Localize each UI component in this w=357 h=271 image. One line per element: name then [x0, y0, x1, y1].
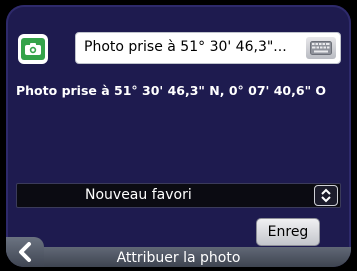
- category-select[interactable]: Nouveau favori: [16, 183, 341, 208]
- photo-thumbnail-button[interactable]: [18, 34, 48, 64]
- up-down-arrows-icon: [321, 188, 331, 203]
- dialog-frame: Photo prise à 51° 30' 46,3"... Photo pri…: [6, 5, 351, 267]
- screen-title: Attribuer la photo: [116, 250, 241, 266]
- category-spinner-button[interactable]: [314, 185, 338, 206]
- bottom-bar: Attribuer la photo: [6, 247, 351, 267]
- photo-location-text: Photo prise à 51° 30' 46,3" N, 0° 07' 40…: [16, 83, 327, 98]
- keyboard-icon: [310, 41, 332, 55]
- category-select-value: Nouveau favori: [85, 187, 192, 203]
- photo-name-field[interactable]: Photo prise à 51° 30' 46,3"...: [75, 32, 341, 64]
- keyboard-button[interactable]: [306, 37, 336, 59]
- chevron-left-icon: [19, 242, 31, 262]
- back-button[interactable]: [6, 237, 44, 267]
- photo-name-value: Photo prise à 51° 30' 46,3"...: [84, 39, 287, 55]
- save-button[interactable]: Enreg: [256, 218, 320, 246]
- camera-icon: [21, 38, 45, 60]
